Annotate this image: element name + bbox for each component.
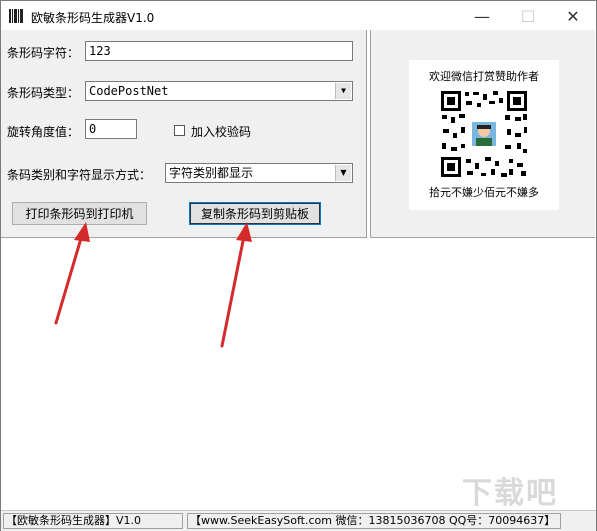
watermark-text: 下载吧 (462, 476, 558, 511)
arrow-head-print (74, 222, 90, 242)
status-bar: 【欧敏条形码生成器】V1.0 【www.SeekEasySoft.com 微信：… (1, 510, 596, 531)
arrow-to-print-button (54, 233, 84, 325)
arrow-to-copy-button (220, 234, 246, 348)
status-contact: 【www.SeekEasySoft.com 微信：13815036708 QQ号… (187, 513, 561, 529)
arrow-head-copy (236, 222, 252, 242)
annotation-arrows (54, 222, 252, 348)
status-app-name: 【欧敏条形码生成器】V1.0 (3, 513, 183, 529)
